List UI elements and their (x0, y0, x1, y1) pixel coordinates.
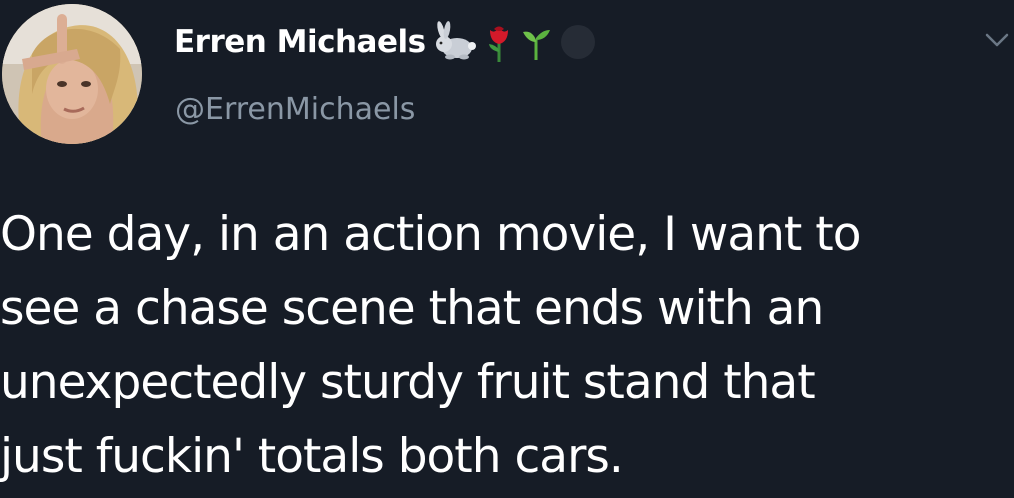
seedling-icon (520, 20, 552, 64)
rabbit-icon (432, 20, 478, 64)
rose-icon (484, 20, 514, 64)
dark-circle-icon (558, 20, 598, 64)
author-name-row: Erren Michaels (174, 18, 598, 66)
author-handle[interactable]: @ErrenMichaels (175, 92, 415, 127)
chevron-down-icon[interactable] (984, 30, 1010, 50)
display-name[interactable]: Erren Michaels (174, 24, 426, 60)
tweet-text: One day, in an action movie, I want to s… (0, 207, 862, 484)
avatar[interactable] (2, 4, 142, 144)
tweet-card: Erren Michaels @ErrenMichaels One day, i… (0, 0, 1014, 498)
avatar-photo (2, 4, 142, 144)
